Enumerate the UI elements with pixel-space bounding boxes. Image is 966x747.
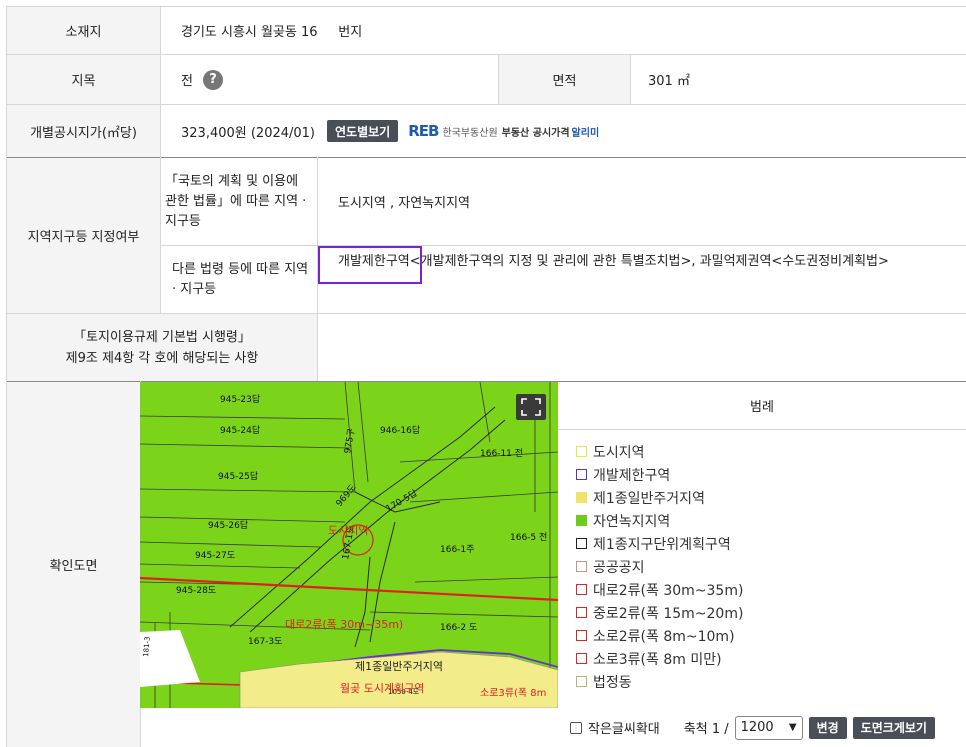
legend-label: 도시지역 xyxy=(593,444,645,461)
parcel-label: 166-11 전 xyxy=(480,448,523,459)
law2-value: 개발제한구역<개발제한구역의 지정 및 관리에 관한 특별조치법>, 과밀억제권… xyxy=(338,254,889,269)
land-category-value: 전 xyxy=(181,74,193,89)
reb-logo: REB xyxy=(408,122,439,140)
legend-swatch xyxy=(576,676,587,687)
legend-swatch xyxy=(576,446,587,457)
parcel-label: 167-3도 xyxy=(248,637,282,647)
parcel-label: 945-24답 xyxy=(220,424,260,436)
legend-swatch xyxy=(576,584,587,595)
area-value: 301 ㎡ xyxy=(648,74,690,89)
zone-label: 월곶 도시계획구역 xyxy=(340,682,424,695)
parcel-label: 969도 xyxy=(335,483,359,509)
change-scale-button[interactable]: 변경 xyxy=(808,716,847,739)
parcel-label: 975구 xyxy=(342,428,357,455)
law1-value: 도시지역 , 자연녹지지역 xyxy=(338,196,470,211)
legend-item: 소로2류(폭 8m~10m) xyxy=(576,624,743,647)
legend-swatch xyxy=(576,653,587,664)
map-canvas: 945-23답 945-24답 946-16답 945-25답 975구 166… xyxy=(140,382,558,708)
law1-label: 「국토의 계획 및 이용에 관한 법률」에 따른 지역 · 지구등 xyxy=(165,174,307,229)
small-text-checkbox[interactable] xyxy=(570,721,582,734)
legend-label: 법정동 xyxy=(593,674,632,691)
map-controls: 작은글씨확대 축척 1 / 1200 ▼ 변경 도면크게보기 xyxy=(558,708,966,747)
price-label: 개별공시지가(㎡당) xyxy=(7,105,160,157)
legend-swatch xyxy=(576,492,587,503)
land-use-plan-panel: 소재지 경기도 시흥시 월곶동 16 번지 지목 전 ? 면적 301 ㎡ 개별… xyxy=(6,0,966,747)
legend-swatch xyxy=(576,630,587,641)
legend-item: 소로3류(폭 8m 미만) xyxy=(576,647,743,670)
reb-service: 부동산 공시가격 xyxy=(501,127,570,139)
legend-label: 소로3류(폭 8m 미만) xyxy=(593,651,722,668)
zone-label: 지역지구등 지정여부 xyxy=(7,158,160,313)
help-icon[interactable]: ? xyxy=(202,69,223,90)
legend-title: 범례 xyxy=(558,382,966,430)
address-label: 소재지 xyxy=(7,7,160,54)
reb-link[interactable]: REB 한국부동산원 부동산 공시가격 알리미 xyxy=(408,122,599,140)
legend-swatch xyxy=(576,515,587,526)
legend-swatch xyxy=(576,561,587,572)
zone-label: 도시지역 xyxy=(328,524,368,537)
scale-label: 축척 1 / xyxy=(683,722,729,737)
chevron-down-icon: ▼ xyxy=(788,722,797,733)
yearly-view-button[interactable]: 연도별보기 xyxy=(327,120,399,142)
land-category-label: 지목 xyxy=(7,55,160,104)
legend-swatch xyxy=(576,538,587,549)
parcel-label: 166-5 전 xyxy=(510,532,547,543)
legend-label: 대로2류(폭 30m~35m) xyxy=(593,582,744,599)
legend-label: 소로2류(폭 8m~10m) xyxy=(593,628,735,645)
legend-label: 중로2류(폭 15m~20m) xyxy=(593,605,744,622)
legend-label: 제1종지구단위계획구역 xyxy=(593,536,731,553)
legend-label: 개발제한구역 xyxy=(593,467,671,484)
legend-item: 개발제한구역 xyxy=(576,463,743,486)
zone-label: 대로2류(폭 30m~35m) xyxy=(285,618,403,631)
enlarge-map-button[interactable]: 도면크게보기 xyxy=(852,716,935,739)
legend-item: 제1종일반주거지역 xyxy=(576,486,743,509)
cadastral-map[interactable]: 945-23답 945-24답 946-16답 945-25답 975구 166… xyxy=(140,382,558,708)
address-value: 경기도 시흥시 월곶동 16 번지 xyxy=(181,25,363,40)
zone-label: 소로3류(폭 8m xyxy=(480,687,546,699)
regulation-label: 「토지이용규제 기본법 시행령」 제9조 제4항 각 호에 해당되는 사항 xyxy=(7,314,317,381)
legend-label: 자연녹지지역 xyxy=(593,513,671,530)
parcel-label: 945-26답 xyxy=(208,519,248,531)
legend-label: 공공공지 xyxy=(593,559,645,576)
area-label: 면적 xyxy=(499,55,630,104)
parcel-label: 166-2 도 xyxy=(440,623,477,633)
legend-swatch xyxy=(576,607,587,618)
legend-item: 대로2류(폭 30m~35m) xyxy=(576,578,743,601)
legend-item: 자연녹지지역 xyxy=(576,509,743,532)
legend-item: 제1종지구단위계획구역 xyxy=(576,532,743,555)
map-label: 확인도면 xyxy=(7,382,140,747)
parcel-label: 945-27도 xyxy=(195,551,235,561)
parcel-label: 945-25답 xyxy=(218,470,258,482)
small-text-label: 작은글씨확대 xyxy=(588,722,660,737)
reb-name: 한국부동산원 xyxy=(442,127,498,139)
legend-item: 도시지역 xyxy=(576,440,743,463)
parcel-label: 946-16답 xyxy=(380,424,420,436)
reb-alimi: 알리미 xyxy=(571,127,600,139)
legend-item: 중로2류(폭 15m~20m) xyxy=(576,601,743,624)
legend-list: 도시지역개발제한구역제1종일반주거지역자연녹지지역제1종지구단위계획구역공공공지… xyxy=(576,440,743,693)
parcel-label: 945-28도 xyxy=(176,586,216,596)
legend-item: 법정동 xyxy=(576,670,743,693)
legend-label: 제1종일반주거지역 xyxy=(593,490,705,507)
parcel-label: 945-23답 xyxy=(220,393,260,405)
legend-item: 공공공지 xyxy=(576,555,743,578)
zone-label: 제1종일반주거지역 xyxy=(355,659,443,673)
selection-highlight xyxy=(318,246,422,284)
scale-select[interactable]: 1200 ▼ xyxy=(734,715,803,740)
parcel-label: 166-1주 xyxy=(440,544,474,555)
legend-swatch xyxy=(576,469,587,480)
price-value: 323,400원 (2024/01) xyxy=(181,125,316,141)
law2-label: 다른 법령 등에 따른 지역 · 지구등 xyxy=(172,262,309,297)
